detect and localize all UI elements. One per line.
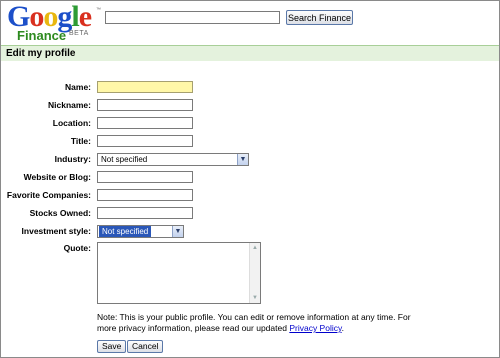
privacy-note: Note: This is your public profile. You c… [97,312,417,334]
logo-product-name: Finance [17,28,67,43]
scroll-down-icon[interactable]: ▼ [251,294,259,302]
favorite-companies-field[interactable] [97,189,193,201]
logo-trademark: ™ [96,7,101,13]
title-label: Title: [70,136,91,146]
privacy-note-text: Note: This is your public profile. You c… [97,312,411,333]
privacy-note-suffix: . [341,323,344,333]
privacy-policy-link[interactable]: Privacy Policy [289,323,341,333]
investment-style-selected-value: Not specified [99,226,152,237]
quote-textarea[interactable]: ▲ ▼ [97,242,261,304]
quote-label: Quote: [63,243,91,253]
industry-label: Industry: [54,154,91,164]
website-label: Website or Blog: [23,172,91,182]
name-field[interactable] [97,81,193,93]
nickname-label: Nickname: [48,100,91,110]
investment-style-label: Investment style: [21,226,91,236]
page-title-bar: Edit my profile [1,45,499,61]
logo-letter: e [78,0,92,33]
location-field[interactable] [97,117,193,129]
search-input[interactable] [105,11,280,24]
industry-selected-value: Not specified [101,155,148,164]
quote-scrollbar[interactable]: ▲ ▼ [249,243,260,303]
location-label: Location: [52,118,91,128]
stocks-owned-field[interactable] [97,207,193,219]
logo-letter: l [71,0,79,33]
chevron-down-icon[interactable]: ▼ [237,154,248,165]
investment-style-select[interactable]: Not specified ▼ [97,225,184,238]
save-button[interactable]: Save [97,340,127,353]
search-finance-button[interactable]: Search Finance [286,10,353,25]
name-label: Name: [65,82,91,92]
cancel-button[interactable]: Cancel [127,340,164,353]
title-field[interactable] [97,135,193,147]
website-field[interactable] [97,171,193,183]
logo-beta-label: BETA [69,30,89,37]
page-title: Edit my profile [6,48,76,59]
nickname-field[interactable] [97,99,193,111]
stocks-owned-label: Stocks Owned: [29,208,91,218]
industry-select[interactable]: Not specified ▼ [97,153,249,166]
google-finance-logo[interactable]: Google ™ Finance BETA [7,2,101,44]
chevron-down-icon[interactable]: ▼ [172,226,183,237]
scroll-up-icon[interactable]: ▲ [251,244,259,252]
favorite-companies-label: Favorite Companies: [6,190,91,200]
